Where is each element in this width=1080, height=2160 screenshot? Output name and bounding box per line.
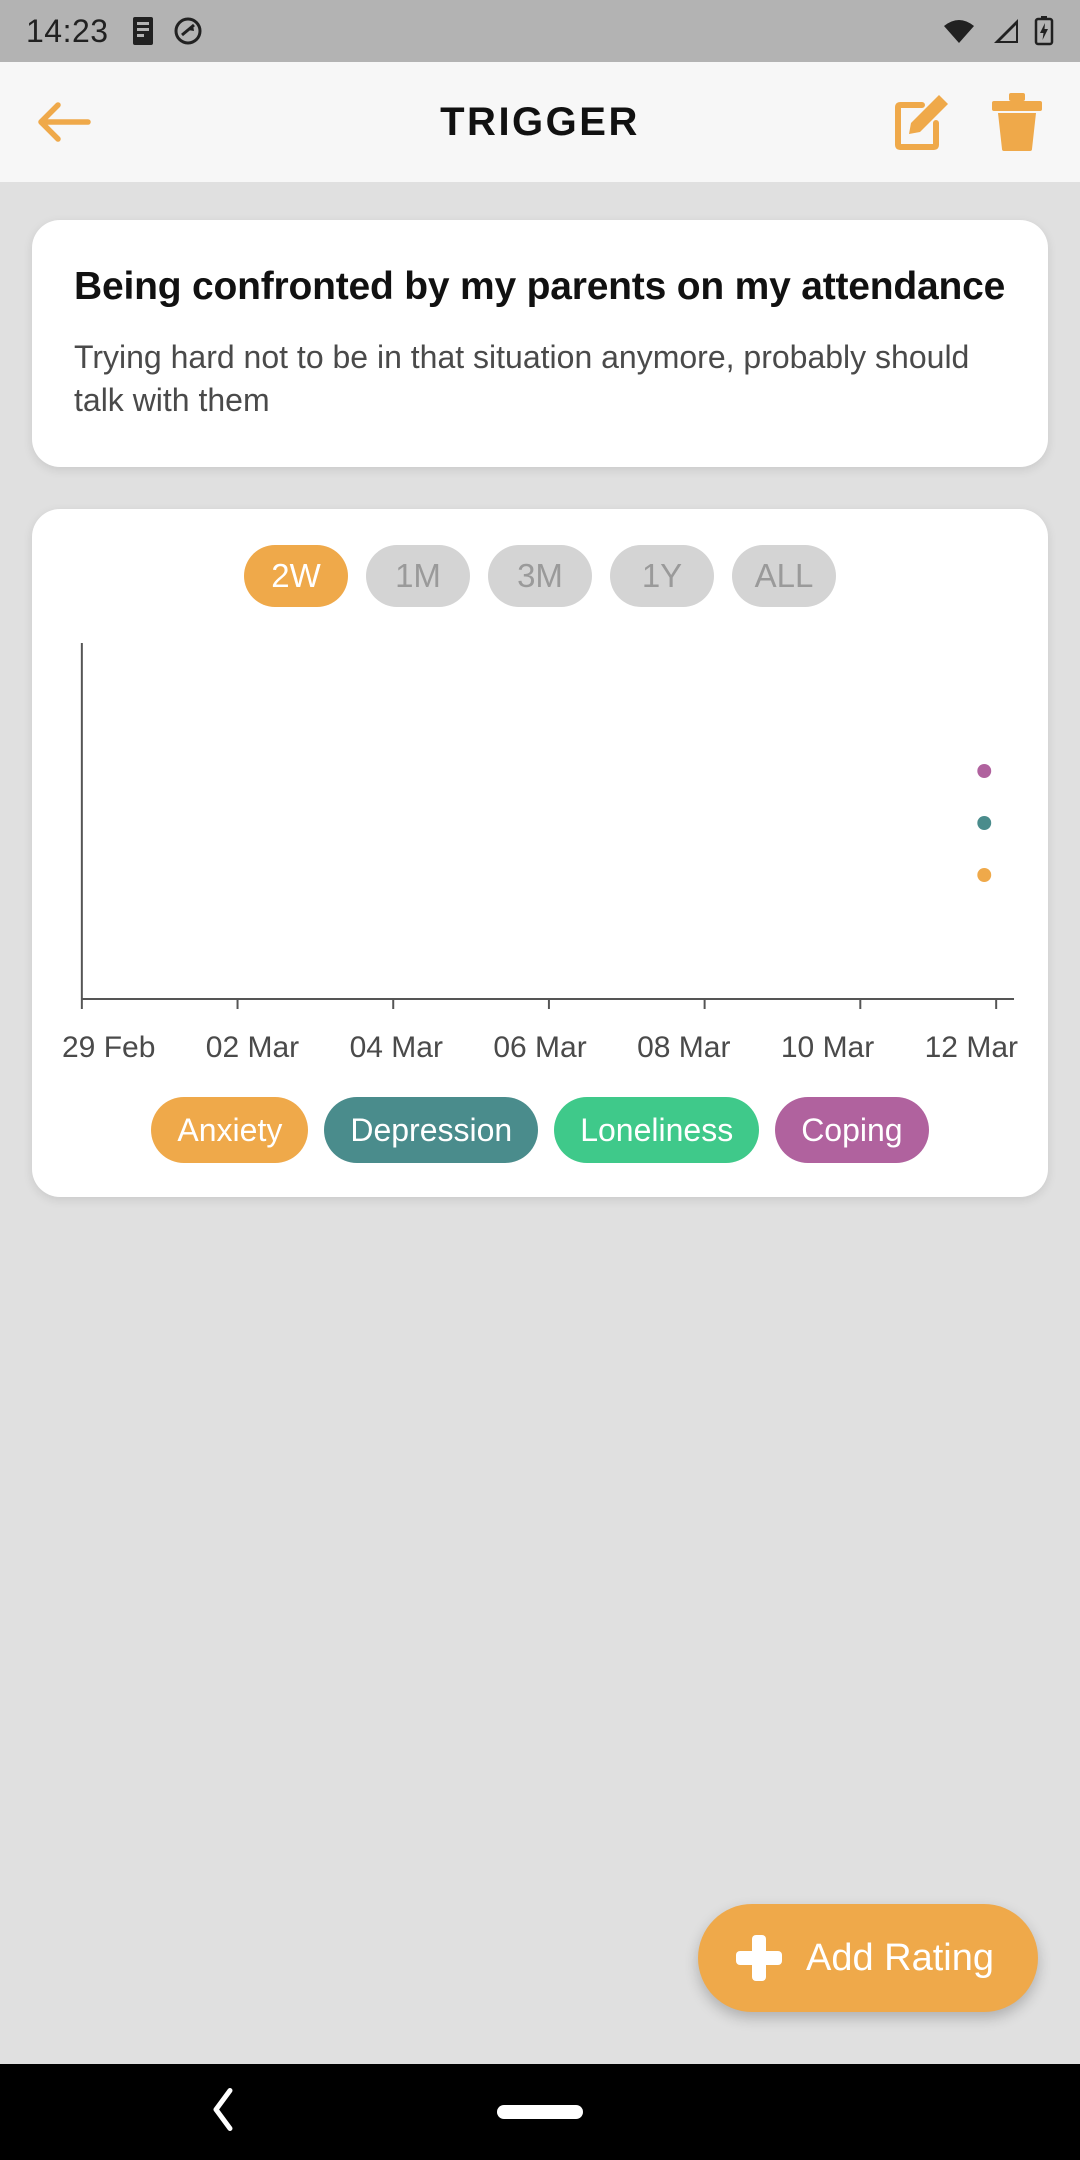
chart-svg — [80, 643, 1015, 1010]
x-tick-label: 29 Feb — [62, 1031, 156, 1065]
chart-x-ticks — [80, 999, 998, 1010]
x-tick-label: 08 Mar — [637, 1031, 731, 1065]
trigger-title: Being confronted by my parents on my att… — [74, 265, 1006, 308]
status-bar-notification-icons — [129, 16, 203, 46]
app-bar-actions — [892, 93, 1044, 151]
add-rating-button[interactable]: Add Rating — [697, 1904, 1038, 2012]
delete-button[interactable] — [990, 93, 1044, 151]
legend-chip-coping[interactable]: Coping — [775, 1097, 929, 1164]
sync-disabled-icon — [174, 17, 202, 45]
app-screen: 14:23 TRIGGER Being confronted by my par… — [0, 0, 1080, 2160]
x-tick-label: 06 Mar — [493, 1031, 587, 1065]
notes-notification-icon — [132, 17, 153, 45]
legend-chip-anxiety[interactable]: Anxiety — [151, 1097, 309, 1164]
nav-home-pill[interactable] — [497, 2105, 583, 2119]
data-point-anxiety — [977, 868, 992, 883]
legend-chip-loneliness[interactable]: Loneliness — [554, 1097, 760, 1164]
cellular-signal-icon — [994, 19, 1018, 43]
trash-icon — [992, 93, 1042, 151]
nav-back-icon — [213, 2088, 233, 2131]
data-point-depression — [977, 816, 992, 831]
chart-x-axis-labels: 29 Feb 02 Mar 04 Mar 06 Mar 08 Mar 10 Ma… — [58, 1031, 1022, 1065]
ratings-chart-plot[interactable] — [64, 643, 1016, 1023]
back-arrow-icon — [38, 102, 91, 142]
legend-chip-depression[interactable]: Depression — [324, 1097, 539, 1164]
back-button[interactable] — [36, 99, 92, 145]
status-bar: 14:23 — [0, 0, 1080, 62]
x-tick-label: 12 Mar — [924, 1031, 1018, 1065]
nav-back-button[interactable] — [210, 2087, 238, 2138]
range-chip-1m[interactable]: 1M — [366, 545, 470, 608]
add-rating-label: Add Rating — [805, 1936, 994, 1979]
status-bar-clock: 14:23 — [26, 12, 109, 49]
chart-legend: Anxiety Depression Loneliness Coping — [58, 1097, 1022, 1164]
data-point-coping — [977, 764, 992, 779]
x-tick-label: 04 Mar — [349, 1031, 443, 1065]
wifi-icon — [944, 20, 974, 43]
range-chip-all[interactable]: ALL — [732, 545, 836, 608]
x-tick-label: 02 Mar — [205, 1031, 300, 1065]
main-content: Being confronted by my parents on my att… — [0, 182, 1080, 2064]
range-chip-2w[interactable]: 2W — [244, 545, 348, 608]
chart-data-points — [977, 764, 992, 883]
range-chip-1y[interactable]: 1Y — [610, 545, 714, 608]
x-tick-label: 10 Mar — [780, 1031, 875, 1065]
system-navigation-bar — [0, 2064, 1080, 2160]
ratings-chart-card: 2W 1M 3M 1Y ALL 29 Feb 02 Mar 04 Mar 06 … — [32, 509, 1048, 1198]
edit-icon — [895, 95, 948, 150]
app-bar: TRIGGER — [0, 62, 1080, 182]
battery-charging-icon — [1034, 16, 1054, 46]
range-chip-3m[interactable]: 3M — [488, 545, 592, 608]
time-range-selector: 2W 1M 3M 1Y ALL — [58, 545, 1022, 608]
trigger-description: Trying hard not to be in that situation … — [74, 339, 970, 418]
status-bar-system-icons — [942, 16, 1054, 46]
edit-button[interactable] — [892, 93, 950, 151]
trigger-info-card: Being confronted by my parents on my att… — [32, 220, 1048, 468]
plus-icon — [735, 1935, 782, 1981]
